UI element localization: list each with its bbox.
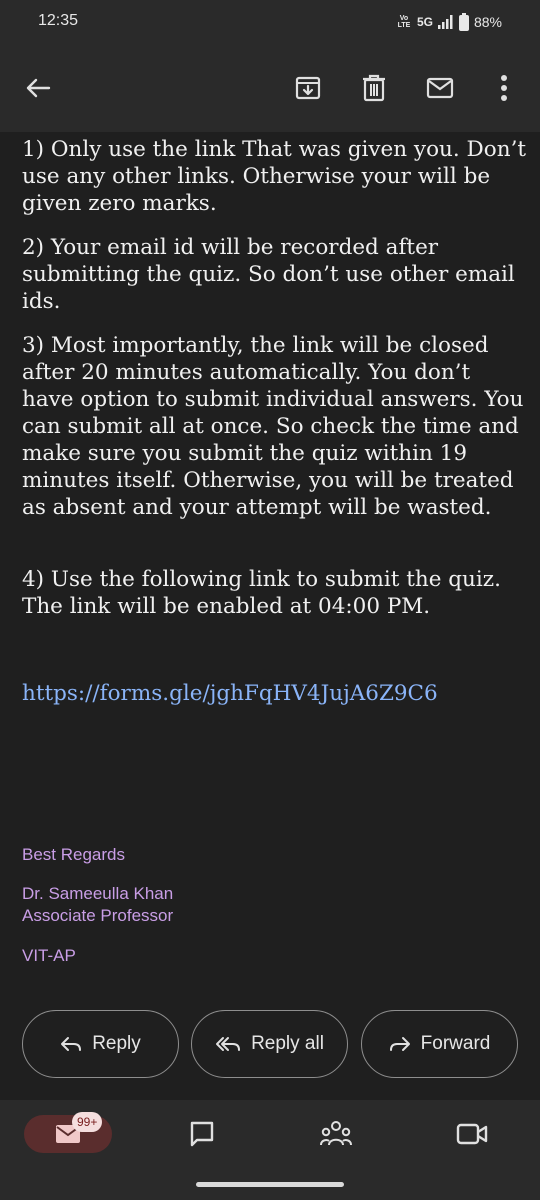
reply-all-label: Reply all [251, 1033, 324, 1054]
back-button[interactable] [20, 70, 56, 106]
signal-icon [437, 15, 454, 29]
network-type: 5G [416, 15, 433, 29]
paragraph-3: 3) Most importantly, the link will be cl… [22, 333, 524, 520]
bottom-navigation: 99+ [0, 1100, 540, 1200]
status-bar: 12:35 Vo LTE 5G 88% [0, 0, 540, 44]
forward-button[interactable]: Forward [361, 1010, 518, 1078]
more-vertical-icon [501, 75, 507, 101]
reply-all-button[interactable]: Reply all [191, 1010, 348, 1078]
delete-button[interactable] [356, 70, 392, 106]
quiz-link[interactable]: https://forms.gle/jghFqHV4JujA6Z9C6 [22, 681, 438, 706]
reply-button[interactable]: Reply [22, 1010, 179, 1078]
battery-icon [458, 13, 469, 31]
status-icons: Vo LTE 5G 88% [396, 13, 502, 31]
gesture-home-bar[interactable] [196, 1182, 344, 1187]
forward-icon [389, 1037, 410, 1051]
email-body: 1) Only use the link That was given you.… [0, 132, 540, 1100]
volte-indicator: Vo LTE [397, 15, 411, 29]
nav-meet[interactable] [452, 1114, 492, 1154]
mail-count-badge: 99+ [72, 1112, 103, 1132]
email-toolbar [0, 44, 540, 132]
reply-all-icon [216, 1037, 241, 1051]
signature-org: VIT-AP [22, 946, 76, 965]
battery-percent: 88% [473, 14, 502, 30]
archive-icon [295, 76, 321, 100]
paragraph-2: 2) Your email id will be recorded after … [22, 235, 515, 314]
signature-greeting: Best Regards [22, 845, 125, 864]
mark-unread-button[interactable] [422, 70, 458, 106]
trash-icon [363, 74, 385, 102]
archive-button[interactable] [290, 70, 326, 106]
mail-icon [426, 77, 454, 99]
paragraph-4: 4) Use the following link to submit the … [22, 567, 501, 619]
signature-title: Associate Professor [22, 906, 174, 925]
signature-name: Dr. Sameeulla Khan [22, 884, 174, 903]
reply-label: Reply [92, 1033, 141, 1054]
forward-label: Forward [420, 1033, 491, 1054]
spaces-icon [320, 1121, 352, 1146]
arrow-left-icon [26, 78, 51, 98]
nav-spaces[interactable] [316, 1114, 356, 1154]
status-time: 12:35 [38, 12, 79, 29]
meet-icon [456, 1123, 488, 1145]
nav-chat[interactable] [182, 1114, 222, 1154]
chat-icon [190, 1121, 214, 1147]
paragraph-1: 1) Only use the link That was given you.… [22, 137, 527, 216]
reply-icon [61, 1037, 82, 1051]
more-options-button[interactable] [486, 70, 522, 106]
